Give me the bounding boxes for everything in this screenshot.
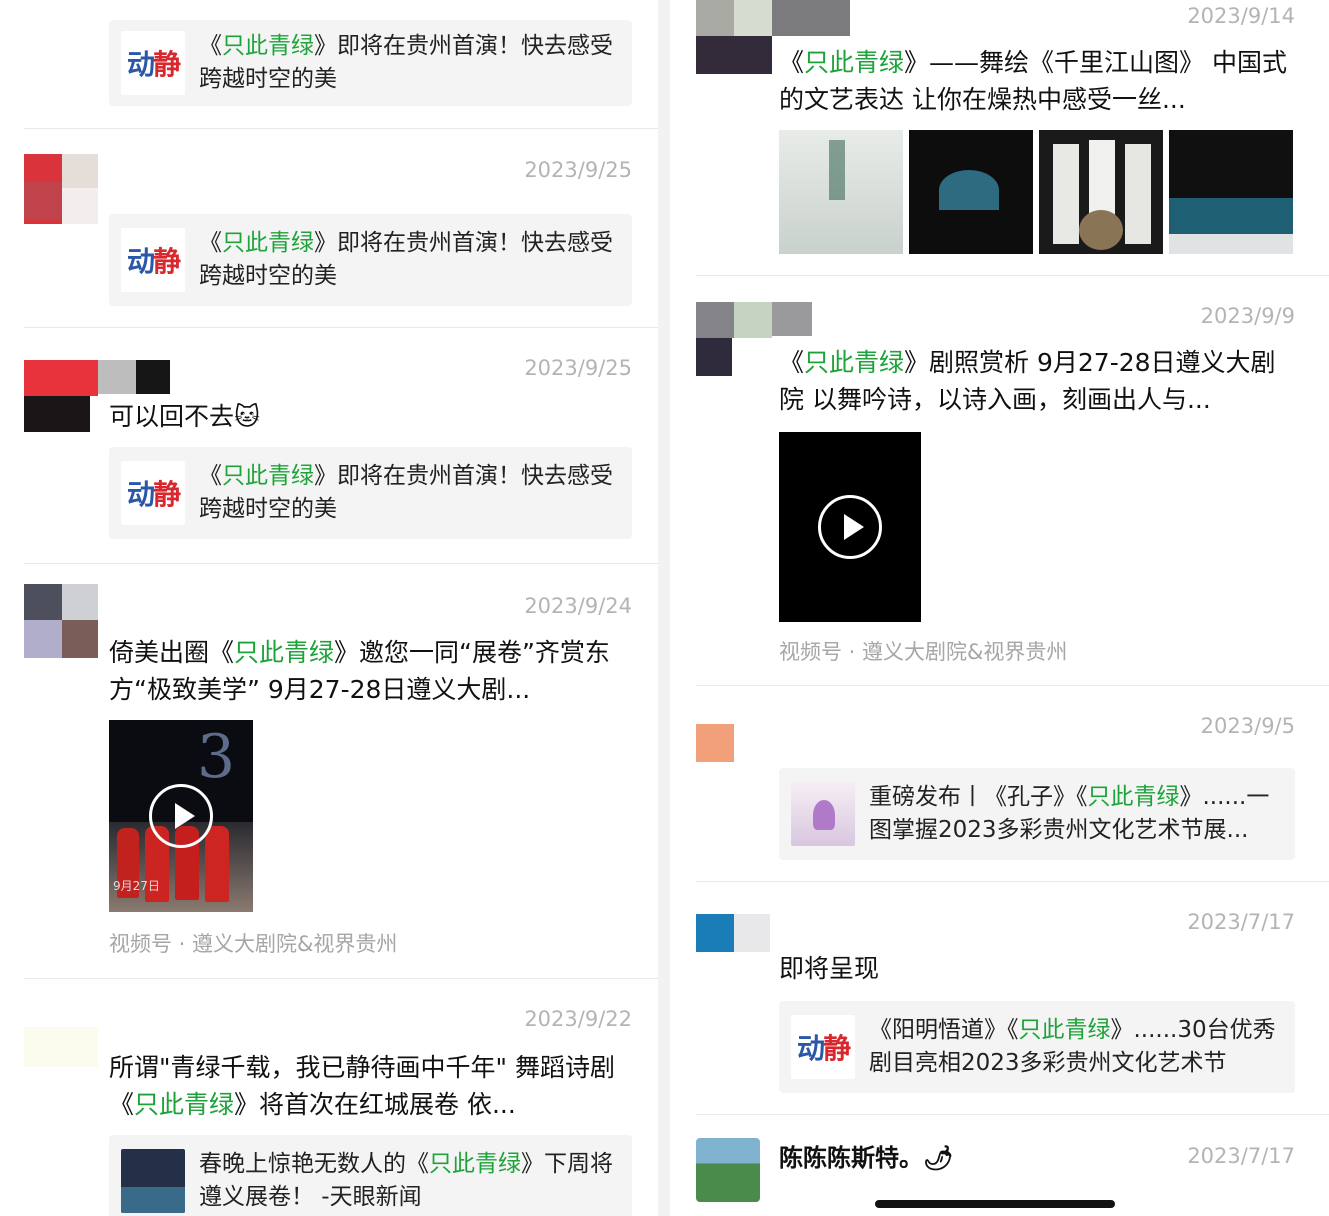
left-feed[interactable]: 动静 《只此青绿》即将在贵州首演！快去感受跨越时空的美 2023/9/25 动静… (0, 0, 658, 1216)
article-title: 春晚上惊艳无数人的《只此青绿》下周将遵义展卷！ -天眼新闻 (199, 1151, 613, 1210)
photo-grid (779, 130, 1295, 254)
post-date: 2023/7/17 (1187, 1144, 1295, 1168)
post-date: 2023/9/14 (1187, 4, 1295, 28)
feed-post: 2023/9/25 可以回不去🐱 动静 《只此青绿》即将在贵州首演！快去感受跨越… (24, 344, 632, 563)
post-content: 即将呈现 动静 《阳明悟道》《只此青绿》......30台优秀剧目亮相2023多… (779, 950, 1295, 1093)
avatar[interactable] (696, 1138, 760, 1202)
shared-article-card[interactable]: 动静 《只此青绿》即将在贵州首演！快去感受跨越时空的美 (109, 447, 632, 539)
avatar[interactable] (696, 724, 770, 798)
post-content: 《只此青绿》剧照赏析 9月27-28日遵义大剧院 以舞吟诗，以诗入画，刻画出人与… (779, 344, 1295, 666)
post-content: 动静 《只此青绿》即将在贵州首演！快去感受跨越时空的美 (109, 20, 632, 106)
post-text: 《只此青绿》剧照赏析 9月27-28日遵义大剧院 以舞吟诗，以诗入画，刻画出人与… (779, 348, 1276, 414)
post-content: 所谓"青绿千载，我已静待画中千年" 舞蹈诗剧《只此青绿》将首次在红城展卷 依..… (109, 1049, 632, 1216)
post-date: 2023/9/25 (524, 356, 632, 380)
post-date: 2023/9/25 (524, 158, 632, 182)
divider (696, 881, 1329, 882)
home-indicator[interactable] (875, 1200, 1115, 1208)
post-content: 重磅发布丨《孔子》《只此青绿》......一图掌握2023多彩贵州文化艺术节展.… (779, 768, 1295, 860)
cat-emoji-icon: 🐱 (234, 402, 261, 431)
divider (696, 1114, 1329, 1115)
article-title: 《只此青绿》即将在贵州首演！快去感受跨越时空的美 (199, 463, 613, 522)
post-text: 即将呈现 (779, 954, 880, 983)
video-thumbnail[interactable] (779, 432, 921, 622)
post-content: 动静 《只此青绿》即将在贵州首演！快去感受跨越时空的美 (109, 214, 632, 306)
post-text: 倚美出圈《只此青绿》邀您一同“展卷”齐赏东方“极致美学” 9月27-28日遵义大… (109, 638, 610, 704)
feed-post: 2023/9/5 重磅发布丨《孔子》《只此青绿》......一图掌握2023多彩… (696, 700, 1295, 881)
feed-post: 2023/9/14 《只此青绿》——舞绘《千里江山图》 中国式的文艺表达 让你在… (696, 0, 1295, 275)
avatar[interactable] (24, 1027, 98, 1101)
article-thumbnail (791, 782, 855, 846)
post-date: 2023/7/17 (1187, 910, 1295, 934)
post-date: 2023/9/5 (1200, 714, 1295, 738)
article-thumbnail (121, 1149, 185, 1213)
post-text: 可以回不去🐱 (109, 402, 261, 431)
avatar[interactable] (696, 914, 770, 988)
video-channel-source[interactable]: 视频号 · 遵义大剧院&视界贵州 (779, 636, 1295, 666)
dongjing-logo: 动静 (791, 1015, 855, 1079)
post-text: 《只此青绿》——舞绘《千里江山图》 中国式的文艺表达 让你在燥热中感受一丝... (779, 48, 1287, 114)
post-date: 2023/9/22 (524, 1007, 632, 1031)
post-date: 2023/9/9 (1200, 304, 1295, 328)
post-text: 所谓"青绿千载，我已静待画中千年" 舞蹈诗剧《只此青绿》将首次在红城展卷 依..… (109, 1053, 615, 1119)
divider (24, 128, 658, 129)
article-title: 《只此青绿》即将在贵州首演！快去感受跨越时空的美 (199, 230, 613, 289)
feed-post: 2023/9/24 倚美出圈《只此青绿》邀您一同“展卷”齐赏东方“极致美学” 9… (24, 580, 632, 978)
feed-post: 2023/7/17 即将呈现 动静 《阳明悟道》《只此青绿》......30台优… (696, 896, 1295, 1114)
post-content: 《只此青绿》——舞绘《千里江山图》 中国式的文艺表达 让你在燥热中感受一丝... (779, 44, 1295, 254)
divider (696, 685, 1329, 686)
right-feed[interactable]: 2023/9/14 《只此青绿》——舞绘《千里江山图》 中国式的文艺表达 让你在… (670, 0, 1329, 1216)
divider (24, 563, 658, 564)
moments-screen: 动静 《只此青绿》即将在贵州首演！快去感受跨越时空的美 2023/9/25 动静… (0, 0, 1329, 1216)
shared-article-card[interactable]: 动静 《阳明悟道》《只此青绿》......30台优秀剧目亮相2023多彩贵州文化… (779, 1001, 1295, 1093)
dongjing-logo: 动静 (121, 228, 185, 292)
feed-post: 2023/9/9 《只此青绿》剧照赏析 9月27-28日遵义大剧院 以舞吟诗，以… (696, 290, 1295, 685)
post-content: 可以回不去🐱 动静 《只此青绿》即将在贵州首演！快去感受跨越时空的美 (109, 398, 632, 539)
play-icon[interactable] (149, 784, 213, 848)
numeral-graphic: 3 (197, 722, 236, 792)
video-thumbnail[interactable]: 3 9月27日 (109, 720, 253, 912)
feed-post: 2023/9/25 动静 《只此青绿》即将在贵州首演！快去感受跨越时空的美 (24, 144, 632, 327)
shared-article-card[interactable]: 动静 《只此青绿》即将在贵州首演！快去感受跨越时空的美 (109, 214, 632, 306)
feed-post: 动静 《只此青绿》即将在贵州首演！快去感受跨越时空的美 (24, 0, 632, 128)
article-title: 《阳明悟道》《只此青绿》......30台优秀剧目亮相2023多彩贵州文化艺术节 (869, 1017, 1276, 1076)
divider (696, 275, 1329, 276)
chili-emoji-icon: 🌶 (923, 1144, 954, 1172)
shared-article-card[interactable]: 春晚上惊艳无数人的《只此青绿》下周将遵义展卷！ -天眼新闻 (109, 1135, 632, 1216)
dongjing-logo: 动静 (121, 461, 185, 525)
article-title: 重磅发布丨《孔子》《只此青绿》......一图掌握2023多彩贵州文化艺术节展.… (869, 784, 1270, 843)
article-title: 《只此青绿》即将在贵州首演！快去感受跨越时空的美 (199, 33, 613, 92)
post-date: 2023/9/24 (524, 594, 632, 618)
avatar[interactable] (24, 154, 98, 228)
feed-post: 2023/9/22 所谓"青绿千载，我已静待画中千年" 舞蹈诗剧《只此青绿》将首… (24, 995, 632, 1216)
divider (24, 327, 658, 328)
stage-photo[interactable] (1039, 130, 1163, 254)
video-channel-source[interactable]: 视频号 · 遵义大剧院&视界贵州 (109, 928, 632, 958)
dongjing-logo: 动静 (121, 31, 185, 95)
stage-photo[interactable] (909, 130, 1033, 254)
poster-photo[interactable] (779, 130, 903, 254)
play-icon[interactable] (818, 495, 882, 559)
stage-photo[interactable] (1169, 130, 1293, 254)
avatar[interactable] (24, 584, 98, 658)
shared-article-card[interactable]: 重磅发布丨《孔子》《只此青绿》......一图掌握2023多彩贵州文化艺术节展.… (779, 768, 1295, 860)
column-gutter (658, 0, 670, 1216)
divider (24, 978, 658, 979)
video-caption: 9月27日 (113, 879, 160, 893)
post-content: 倚美出圈《只此青绿》邀您一同“展卷”齐赏东方“极致美学” 9月27-28日遵义大… (109, 634, 632, 958)
shared-article-card[interactable]: 动静 《只此青绿》即将在贵州首演！快去感受跨越时空的美 (109, 20, 632, 106)
